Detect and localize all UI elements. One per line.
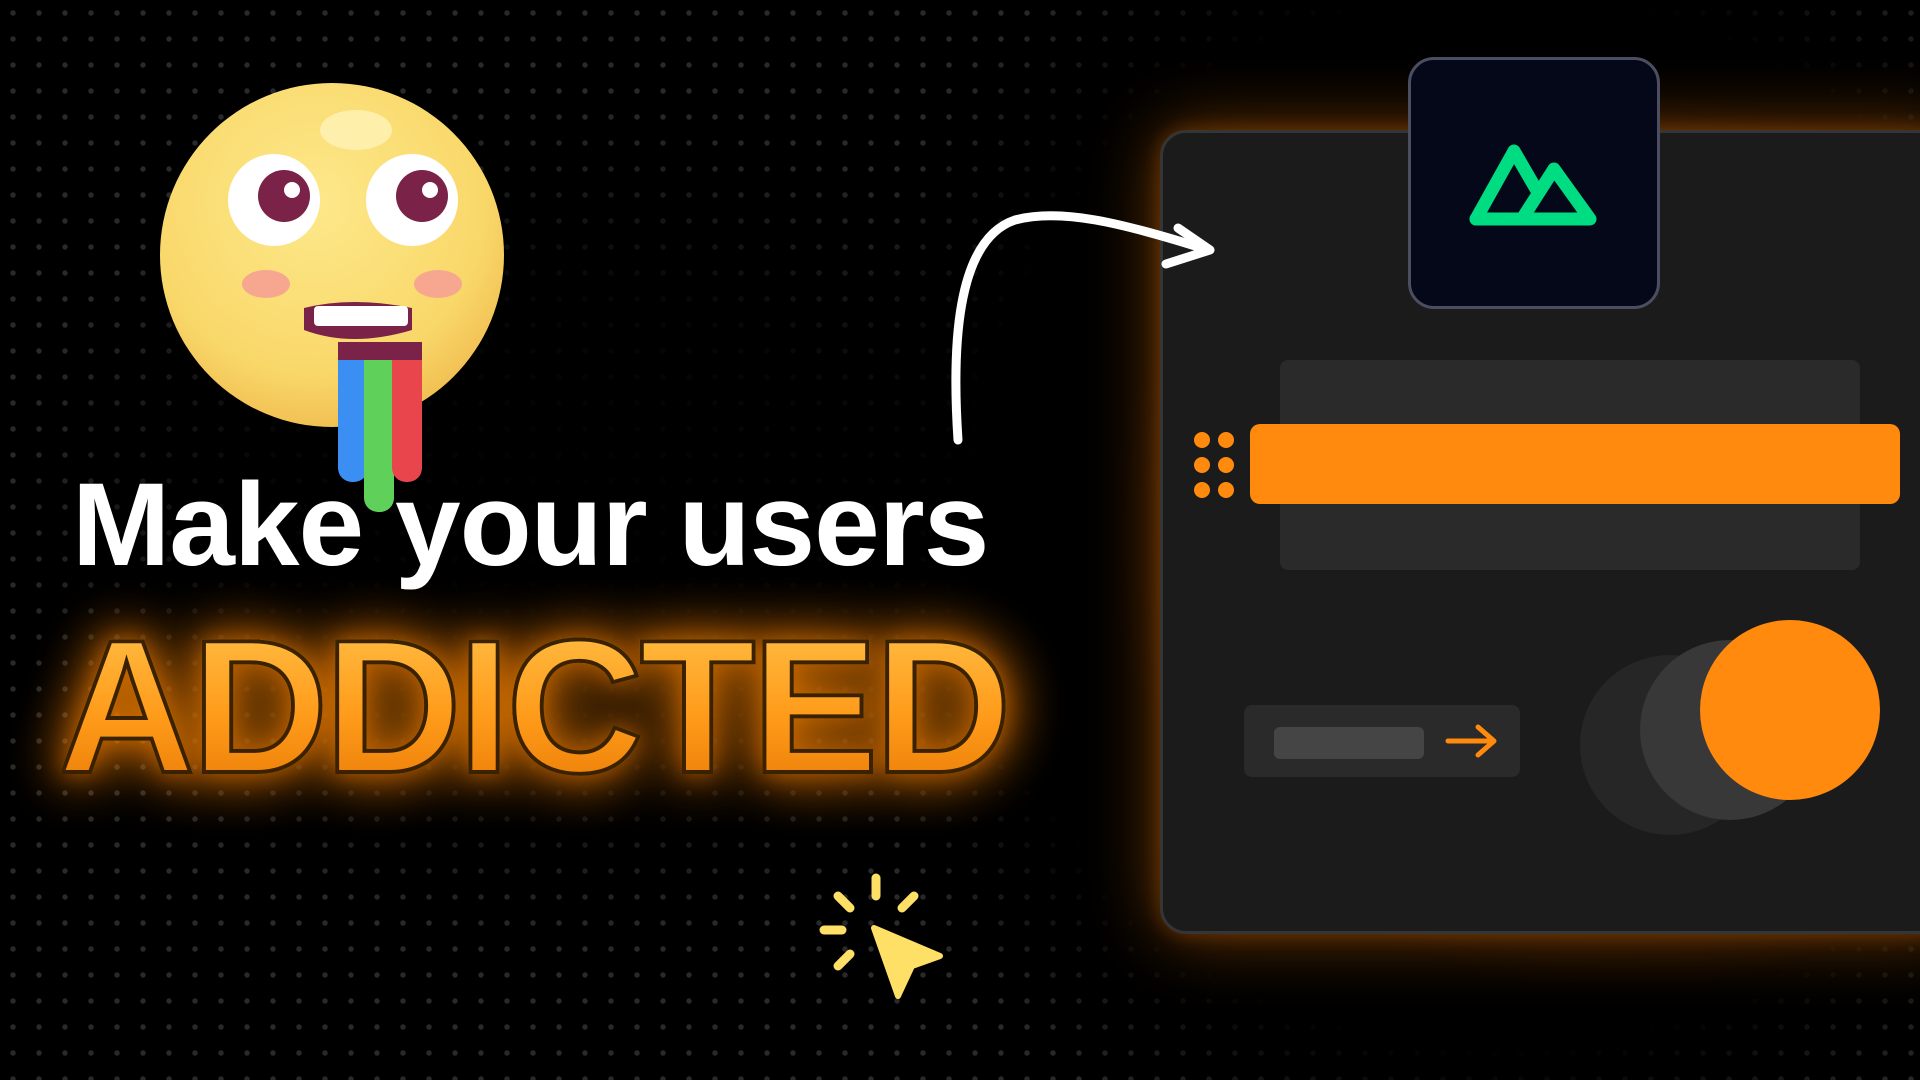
logo-tile bbox=[1408, 57, 1660, 309]
headline-line1: Make your users bbox=[72, 459, 989, 591]
arrow-right-icon bbox=[1445, 724, 1497, 758]
input-placeholder[interactable] bbox=[1244, 705, 1520, 777]
headline-line2: ADDICTED bbox=[56, 601, 1014, 813]
click-cursor-icon bbox=[819, 873, 943, 999]
draggable-bar[interactable] bbox=[1250, 424, 1900, 504]
nuxt-logo-icon bbox=[1469, 144, 1597, 226]
drooling-face-emoji-icon bbox=[160, 83, 504, 512]
avatar-circle-front[interactable] bbox=[1700, 620, 1880, 800]
drag-handle-icon[interactable] bbox=[1192, 430, 1236, 500]
curved-arrow-icon bbox=[951, 211, 1215, 445]
thumbnail-canvas: Make your users ADDICTED bbox=[0, 0, 1920, 1080]
input-text-placeholder bbox=[1274, 727, 1424, 759]
